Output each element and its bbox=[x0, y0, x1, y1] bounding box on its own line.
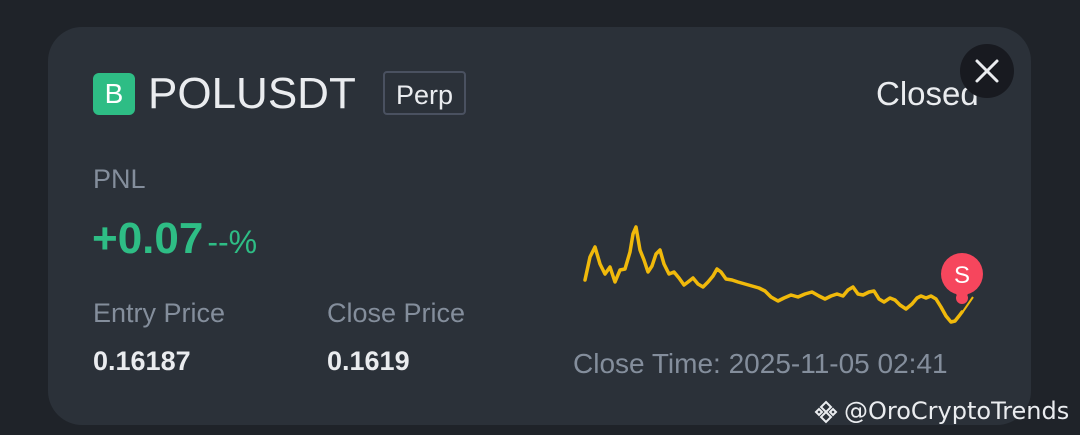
pnl-label: PNL bbox=[93, 164, 146, 194]
exchange-badge: B bbox=[93, 73, 135, 115]
price-sparkline: S bbox=[583, 225, 983, 324]
sell-marker-label: S bbox=[954, 262, 970, 289]
binance-icon bbox=[814, 400, 838, 424]
close-price-value: 0.1619 bbox=[327, 346, 410, 376]
watermark: @OroCryptoTrends bbox=[814, 396, 1069, 426]
close-price-label: Close Price bbox=[327, 298, 466, 328]
close-icon bbox=[975, 59, 999, 83]
pnl-row: +0.07 --% bbox=[92, 213, 257, 275]
contract-type-tag: Perp bbox=[383, 71, 467, 115]
symbol-title: POLUSDT bbox=[148, 69, 356, 118]
position-card: B POLUSDT Perp Closed PNL +0.07 --% Entry… bbox=[48, 27, 1031, 425]
close-button[interactable] bbox=[960, 44, 1014, 98]
pnl-value: +0.07 bbox=[92, 214, 204, 263]
entry-price-value: 0.16187 bbox=[93, 346, 191, 376]
pnl-percent: --% bbox=[207, 224, 258, 260]
sparkline-path bbox=[583, 225, 964, 324]
entry-price-label: Entry Price bbox=[93, 298, 226, 328]
watermark-text: @OroCryptoTrends bbox=[844, 397, 1070, 425]
close-time: Close Time: 2025-11-05 02:41 bbox=[573, 348, 948, 379]
